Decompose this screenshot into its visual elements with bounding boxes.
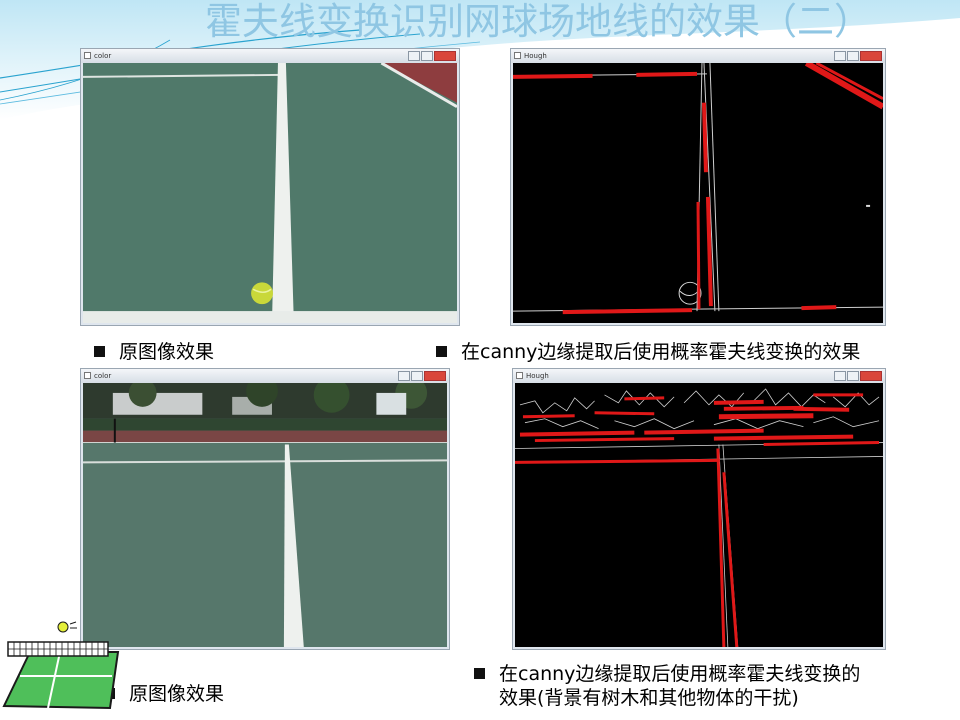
window-original-image-1: color [80, 48, 460, 326]
bullet-square-icon [436, 346, 447, 357]
window-titlebar: color [81, 369, 449, 383]
window-titlebar: Hough [513, 369, 885, 383]
bullet-square-icon [474, 668, 485, 679]
minimize-button[interactable] [834, 51, 846, 61]
window-titlebar: color [81, 49, 459, 63]
caption-bottom-right: 在canny边缘提取后使用概率霍夫线变换的 效果(背景有树木和其他物体的干扰) [474, 662, 960, 710]
maximize-button[interactable] [411, 371, 423, 381]
maximize-button[interactable] [847, 51, 859, 61]
minimize-button[interactable] [834, 371, 846, 381]
window-title: color [94, 52, 112, 60]
close-button[interactable] [434, 51, 456, 61]
window-title: color [94, 372, 112, 380]
caption-text: 效果(背景有树木和其他物体的干扰) [499, 687, 799, 709]
tennis-court-clipart-icon [2, 621, 120, 710]
close-button[interactable] [860, 51, 882, 61]
close-button[interactable] [860, 371, 882, 381]
caption-top-right: 在canny边缘提取后使用概率霍夫线变换的效果 [436, 340, 860, 364]
window-titlebar: Hough [511, 49, 885, 63]
slide-title: 霍夫线变换识别网球场地线的效果（二） [205, 0, 871, 43]
caption-text: 原图像效果 [129, 683, 225, 705]
caption-top-left: 原图像效果 [94, 340, 214, 364]
caption-text: 在canny边缘提取后使用概率霍夫线变换的效果 [461, 341, 861, 363]
app-icon [516, 372, 523, 379]
hough-image-1 [513, 63, 883, 323]
bullet-square-icon [94, 346, 105, 357]
maximize-button[interactable] [847, 371, 859, 381]
minimize-button[interactable] [398, 371, 410, 381]
caption-line-1: 在canny边缘提取后使用概率霍夫线变换的 [474, 662, 960, 686]
app-icon [84, 372, 91, 379]
caption-bottom-left: 原图像效果 [104, 682, 224, 706]
window-hough-result-1: Hough [510, 48, 886, 326]
caption-text: 在canny边缘提取后使用概率霍夫线变换的 [499, 663, 861, 685]
minimize-button[interactable] [408, 51, 420, 61]
window-original-image-2: color [80, 368, 450, 650]
caption-line-2: 效果(背景有树木和其他物体的干扰) [474, 686, 960, 710]
app-icon [84, 52, 91, 59]
app-icon [514, 52, 521, 59]
window-title: Hough [524, 52, 547, 60]
window-title: Hough [526, 372, 549, 380]
court-image-1 [83, 63, 457, 323]
close-button[interactable] [424, 371, 446, 381]
hough-image-2 [515, 383, 883, 647]
window-hough-result-2: Hough [512, 368, 886, 650]
court-image-2 [83, 383, 447, 647]
maximize-button[interactable] [421, 51, 433, 61]
caption-text: 原图像效果 [119, 341, 215, 363]
